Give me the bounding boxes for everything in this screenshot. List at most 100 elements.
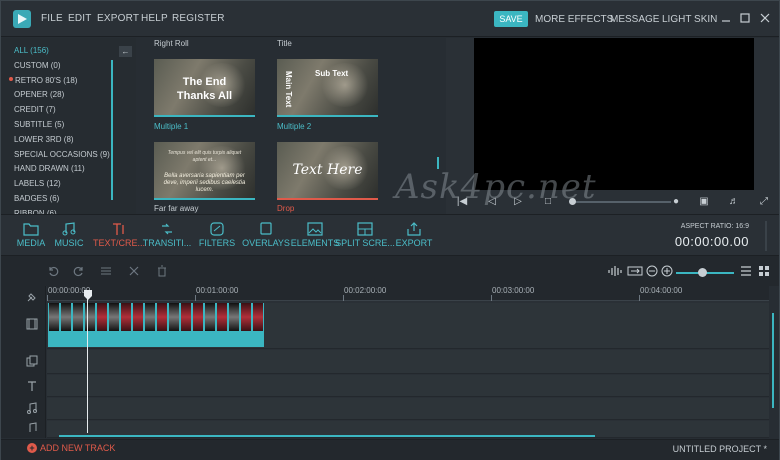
transition-icon [162, 223, 172, 235]
ruler-time: 00:01:00:00 [196, 286, 239, 295]
aspect-ratio-label: ASPECT RATIO: 16:9 [680, 223, 749, 230]
video-clip[interactable] [144, 303, 156, 347]
sidebar-category-label: CUSTOM (0) [14, 60, 61, 70]
thumbnail-multiple-2[interactable]: Sub Text Main Text [277, 59, 378, 117]
sidebar-category[interactable]: LABELS (12) [14, 179, 61, 188]
thumbnail-label: Multiple 1 [154, 122, 189, 131]
snapshot-icon[interactable]: ▣ [698, 196, 710, 208]
light-skin-link[interactable]: LIGHT SKIN [662, 14, 717, 25]
video-clip[interactable] [48, 303, 60, 347]
more-effects-link[interactable]: MORE EFFECTS [535, 14, 613, 25]
sidebar-category-label: RETRO 80'S (18) [15, 75, 78, 85]
video-clip[interactable] [192, 303, 204, 347]
sidebar-category[interactable]: RETRO 80'S (18) [9, 76, 77, 85]
timeline-vertical-scrollbar[interactable] [772, 313, 774, 408]
sidebar-category[interactable]: BADGES (6) [14, 194, 59, 203]
sidebar-category[interactable]: CUSTOM (0) [14, 61, 61, 70]
split-screen-icon [357, 222, 373, 236]
thumbnail-label: Right Roll [154, 39, 189, 48]
thumbnail-text: Tempus vel elit quis turpis aliquet apte… [167, 150, 242, 163]
video-clip[interactable] [252, 303, 264, 347]
thumbnail-multiple-1[interactable]: The End Thanks All [154, 59, 255, 117]
export-icon [407, 222, 421, 236]
sidebar-scrollbar[interactable] [111, 60, 113, 200]
video-clip[interactable] [108, 303, 120, 347]
ruler-time: 00:00:00:00 [48, 286, 91, 295]
sidebar-category[interactable]: SUBTITLE (5) [14, 120, 64, 129]
add-new-track-button[interactable]: + ADD NEW TRACK [27, 442, 116, 454]
cut-icon[interactable] [128, 265, 140, 277]
thumbnail-far-far-away[interactable]: Tempus vel elit quis turpis aliquet apte… [154, 142, 255, 200]
video-clip[interactable] [132, 303, 144, 347]
video-clip[interactable] [72, 303, 84, 347]
sidebar-category[interactable]: CREDIT (7) [14, 105, 56, 114]
menu-help[interactable]: HELP [141, 13, 168, 24]
video-clip[interactable] [204, 303, 216, 347]
video-clip[interactable] [84, 303, 96, 347]
video-clip[interactable] [216, 303, 228, 347]
microphone-icon[interactable]: ● [670, 196, 682, 208]
menu-edit[interactable]: EDIT [68, 13, 92, 24]
sidebar-category[interactable]: SPECIAL OCCASIONS (9) [14, 150, 110, 159]
fit-timeline-icon[interactable] [627, 265, 643, 277]
thumbnail-drop[interactable]: Text Here [277, 142, 378, 200]
thumbnail-label: Title [277, 39, 292, 48]
thumbnail-text: Main Text [284, 71, 293, 108]
preview-timecode: 00:00:00.00 [674, 234, 749, 249]
sidebar-category-label: SPECIAL OCCASIONS (9) [14, 149, 110, 159]
plus-icon: + [27, 442, 37, 453]
music-track[interactable] [47, 398, 769, 420]
sidebar-category[interactable]: LOWER 3RD (8) [14, 135, 74, 144]
thumbnail-label: Drop [277, 204, 295, 213]
zoom-in-icon[interactable] [661, 265, 673, 277]
timeline-ruler[interactable]: 00:00:00:00 00:01:00:00 00:02:00:00 00:0… [47, 286, 769, 301]
save-button[interactable]: SAVE [494, 11, 528, 27]
audio-waveform-icon[interactable] [608, 265, 624, 277]
timeline-horizontal-scrollbar[interactable] [59, 435, 595, 437]
menu-export[interactable]: EXPORT [97, 13, 139, 24]
playhead-line[interactable] [87, 297, 88, 433]
video-clip[interactable] [156, 303, 168, 347]
list-view-icon[interactable] [740, 265, 752, 277]
video-clip[interactable] [96, 303, 108, 347]
video-clip[interactable] [168, 303, 180, 347]
video-clips[interactable] [48, 303, 264, 347]
close-icon[interactable] [758, 11, 772, 25]
thumbnail-text: The End Thanks All [176, 76, 233, 102]
snap-icon[interactable] [26, 291, 38, 303]
project-name: UNTITLED PROJECT * [672, 444, 767, 454]
video-clip[interactable] [60, 303, 72, 347]
redo-icon[interactable] [73, 265, 85, 277]
toolbar-scrollbar[interactable] [765, 221, 767, 251]
undo-icon[interactable] [47, 265, 59, 277]
sidebar-category-label: ALL (156) [14, 46, 49, 55]
video-clip[interactable] [120, 303, 132, 347]
message-link[interactable]: MESSAGE [610, 14, 659, 25]
ruler-time: 00:02:00:00 [344, 286, 387, 295]
tool-label: EXPORT [395, 238, 433, 248]
menu-file[interactable]: FILE [41, 13, 63, 24]
tool-export[interactable]: EXPORT [384, 217, 444, 248]
video-clip[interactable] [240, 303, 252, 347]
collapse-sidebar-button[interactable]: ← [119, 46, 132, 57]
video-clip[interactable] [228, 303, 240, 347]
volume-icon[interactable]: ♬ [728, 196, 740, 208]
adjust-icon[interactable] [100, 265, 112, 277]
new-badge-icon [9, 77, 13, 82]
overlay-track[interactable] [47, 350, 769, 374]
text-track[interactable] [47, 375, 769, 397]
add-track-label: ADD NEW TRACK [40, 443, 116, 453]
restore-icon[interactable] [738, 11, 752, 25]
minimize-icon[interactable] [719, 11, 733, 25]
delete-icon[interactable] [156, 265, 168, 277]
thumbnail-text: Text Here [292, 162, 363, 178]
sidebar-category[interactable]: OPENER (28) [14, 90, 64, 99]
sidebar-category[interactable]: HAND DRAWN (11) [14, 164, 85, 173]
video-clip[interactable] [180, 303, 192, 347]
grid-view-icon[interactable] [758, 265, 770, 277]
ruler-time: 00:04:00:00 [640, 286, 683, 295]
sidebar-category[interactable]: ALL (156) [14, 46, 49, 55]
zoom-out-icon[interactable] [646, 265, 658, 277]
menu-register[interactable]: REGISTER [172, 13, 225, 24]
fullscreen-icon[interactable]: ⤢ [758, 196, 770, 208]
